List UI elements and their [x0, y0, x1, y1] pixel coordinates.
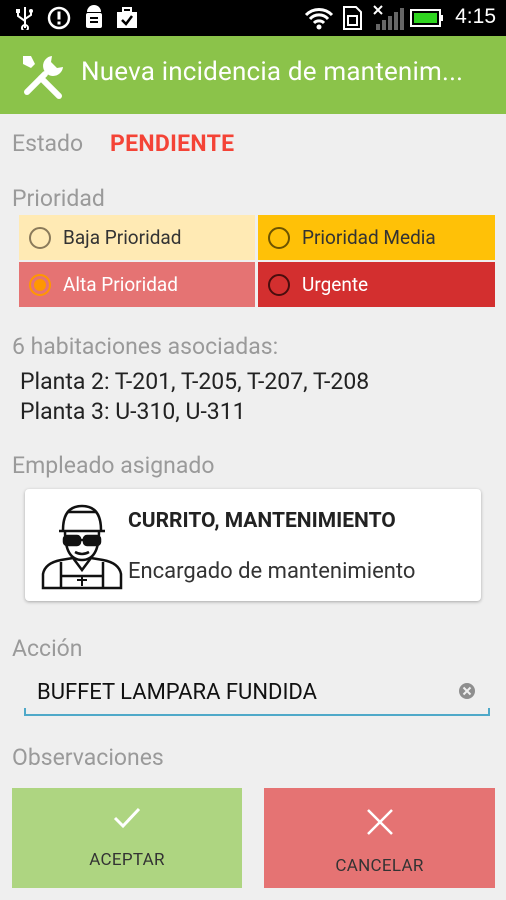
cancel-button-label: CANCELAR	[335, 856, 424, 876]
sim-icon	[340, 6, 364, 30]
priority-option-alta[interactable]: Alta Prioridad	[19, 262, 255, 307]
alert-icon	[46, 6, 72, 30]
priority-label-media: Prioridad Media	[302, 226, 436, 249]
app-bar: Nueva incidencia de mantenim...	[0, 36, 506, 114]
battery-icon	[410, 6, 444, 30]
empleado-label: Empleado asignado	[12, 452, 215, 479]
check-icon	[113, 806, 141, 835]
radio-unchecked-icon[interactable]	[268, 273, 290, 296]
priority-option-media[interactable]: Prioridad Media	[258, 215, 495, 260]
accept-button-label: ACEPTAR	[89, 850, 165, 870]
accept-button[interactable]: ACEPTAR	[12, 788, 242, 888]
priority-label-baja: Baja Prioridad	[63, 226, 182, 249]
status-bar: 4:15	[0, 0, 506, 36]
priority-option-urgente[interactable]: Urgente	[258, 262, 495, 307]
radio-unchecked-icon[interactable]	[268, 226, 290, 249]
signal-icon	[372, 5, 406, 30]
radio-checked-icon[interactable]	[29, 273, 51, 296]
tools-icon	[18, 51, 68, 101]
briefcase-check-icon	[114, 6, 140, 30]
worker-avatar-icon	[39, 500, 125, 590]
accion-label: Acción	[12, 635, 83, 662]
close-icon	[365, 807, 395, 842]
android-debug-icon	[82, 5, 106, 30]
employee-name: CURRITO, MANTENIMIENTO	[128, 509, 396, 533]
employee-role: Encargado de mantenimiento	[128, 559, 416, 584]
rooms-line: Planta 3: U-310, U-311	[20, 398, 246, 425]
radio-unchecked-icon[interactable]	[29, 226, 51, 249]
usb-icon	[14, 6, 36, 30]
rooms-line: Planta 2: T-201, T-205, T-207, T-208	[20, 368, 370, 395]
action-input-value[interactable]: BUFFET LAMPARA FUNDIDA	[37, 680, 317, 705]
prioridad-label: Prioridad	[12, 185, 105, 212]
wifi-icon	[304, 6, 334, 30]
priority-label-alta: Alta Prioridad	[63, 273, 178, 296]
estado-label: Estado	[12, 130, 84, 157]
status-clock: 4:15	[455, 5, 496, 28]
page-title: Nueva incidencia de mantenim...	[81, 57, 464, 87]
rooms-list: Planta 2: T-201, T-205, T-207, T-208 Pla…	[20, 367, 369, 427]
input-underline	[24, 708, 490, 716]
clear-icon[interactable]	[458, 682, 476, 700]
cancel-button[interactable]: CANCELAR	[264, 788, 495, 888]
observaciones-label: Observaciones	[12, 744, 164, 771]
status-badge: PENDIENTE	[110, 130, 235, 157]
priority-option-baja[interactable]: Baja Prioridad	[19, 215, 255, 260]
action-input[interactable]: BUFFET LAMPARA FUNDIDA	[24, 672, 490, 716]
priority-label-urgente: Urgente	[302, 273, 369, 296]
employee-card[interactable]: CURRITO, MANTENIMIENTO Encargado de mant…	[25, 489, 481, 601]
habitaciones-label: 6 habitaciones asociadas:	[12, 333, 279, 360]
